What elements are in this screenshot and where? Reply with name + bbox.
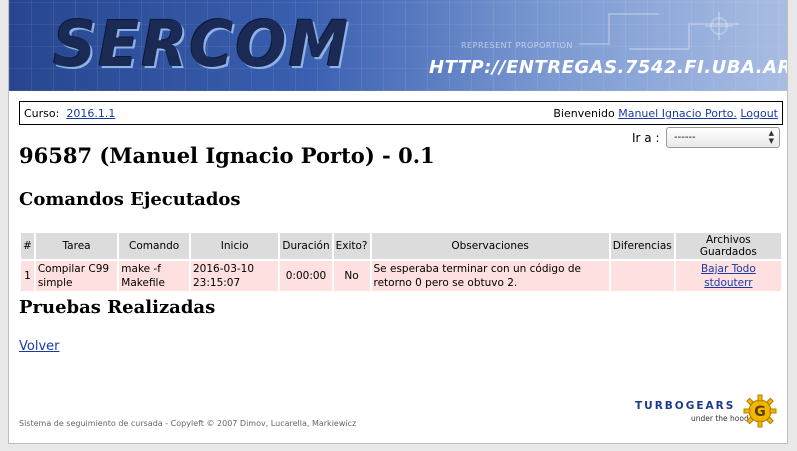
cell-duracion: 0:00:00 bbox=[280, 261, 332, 291]
goto-select[interactable]: ------ ▲ ▼ bbox=[666, 127, 780, 148]
course-info: Curso: 2016.1.1 bbox=[24, 107, 115, 120]
sercom-logo: SERCOM bbox=[53, 8, 351, 82]
cell-comando: make -f Makefile bbox=[119, 261, 189, 291]
tests-heading: Pruebas Realizadas bbox=[19, 297, 216, 318]
cell-observaciones: Se esperaba terminar con un código de re… bbox=[371, 261, 609, 291]
site-banner: SERCOM REPRESENT PROPORTION HTTP://ENTRE… bbox=[9, 0, 787, 91]
circuit-decoration-icon bbox=[579, 12, 739, 50]
commands-table: # Tarea Comando Inicio Duración Exito? O… bbox=[19, 231, 783, 293]
site-url: HTTP://ENTREGAS.7542.FI.UBA.AR bbox=[429, 57, 787, 78]
cell-tarea: Compilar C99 simple bbox=[35, 261, 118, 291]
cell-diferencias bbox=[610, 261, 674, 291]
footer-text: Sistema de seguimiento de cursada - Copy… bbox=[19, 419, 357, 428]
header-observaciones: Observaciones bbox=[371, 233, 609, 259]
goto-label: Ir a : bbox=[632, 131, 660, 145]
turbogears-name: TURBOGEARS bbox=[635, 400, 736, 412]
header-archivos: Archivos Guardados bbox=[675, 233, 781, 259]
cell-archivos: Bajar Todo stdouterr bbox=[675, 261, 781, 291]
header-tarea: Tarea bbox=[35, 233, 118, 259]
cell-exito: No bbox=[333, 261, 370, 291]
cell-num: 1 bbox=[21, 261, 34, 291]
user-link[interactable]: Manuel Ignacio Porto. bbox=[618, 107, 737, 120]
download-all-link[interactable]: Bajar Todo bbox=[701, 263, 756, 275]
table-header-row: # Tarea Comando Inicio Duración Exito? O… bbox=[21, 233, 781, 259]
select-arrows-icon: ▲ ▼ bbox=[768, 129, 774, 145]
banner-fineprint: REPRESENT PROPORTION bbox=[461, 41, 573, 50]
header-inicio: Inicio bbox=[191, 233, 279, 259]
back-link[interactable]: Volver bbox=[19, 339, 60, 354]
user-info: Bienvenido Manuel Ignacio Porto. Logout bbox=[553, 107, 778, 120]
logout-link[interactable]: Logout bbox=[740, 107, 778, 120]
commands-heading: Comandos Ejecutados bbox=[19, 189, 241, 210]
user-bar: Curso: 2016.1.1 Bienvenido Manuel Ignaci… bbox=[19, 101, 783, 125]
header-duracion: Duración bbox=[280, 233, 332, 259]
header-num: # bbox=[21, 233, 34, 259]
turbogears-tagline: under the hood bbox=[691, 414, 749, 423]
page-title: 96587 (Manuel Ignacio Porto) - 0.1 bbox=[19, 143, 435, 168]
gear-icon: G bbox=[743, 394, 777, 428]
course-link[interactable]: 2016.1.1 bbox=[66, 107, 115, 120]
course-label: Curso: bbox=[24, 107, 60, 120]
header-diferencias: Diferencias bbox=[610, 233, 674, 259]
header-exito: Exito? bbox=[333, 233, 370, 259]
page-frame: SERCOM REPRESENT PROPORTION HTTP://ENTRE… bbox=[8, 0, 788, 444]
header-comando: Comando bbox=[119, 233, 189, 259]
cell-inicio: 2016-03-10 23:15:07 bbox=[191, 261, 279, 291]
goto-selected-value: ------ bbox=[674, 132, 696, 143]
welcome-label: Bienvenido bbox=[553, 107, 615, 120]
stdouterr-link[interactable]: stdouterr bbox=[704, 277, 752, 289]
svg-text:G: G bbox=[754, 404, 766, 420]
table-row: 1 Compilar C99 simple make -f Makefile 2… bbox=[21, 261, 781, 291]
